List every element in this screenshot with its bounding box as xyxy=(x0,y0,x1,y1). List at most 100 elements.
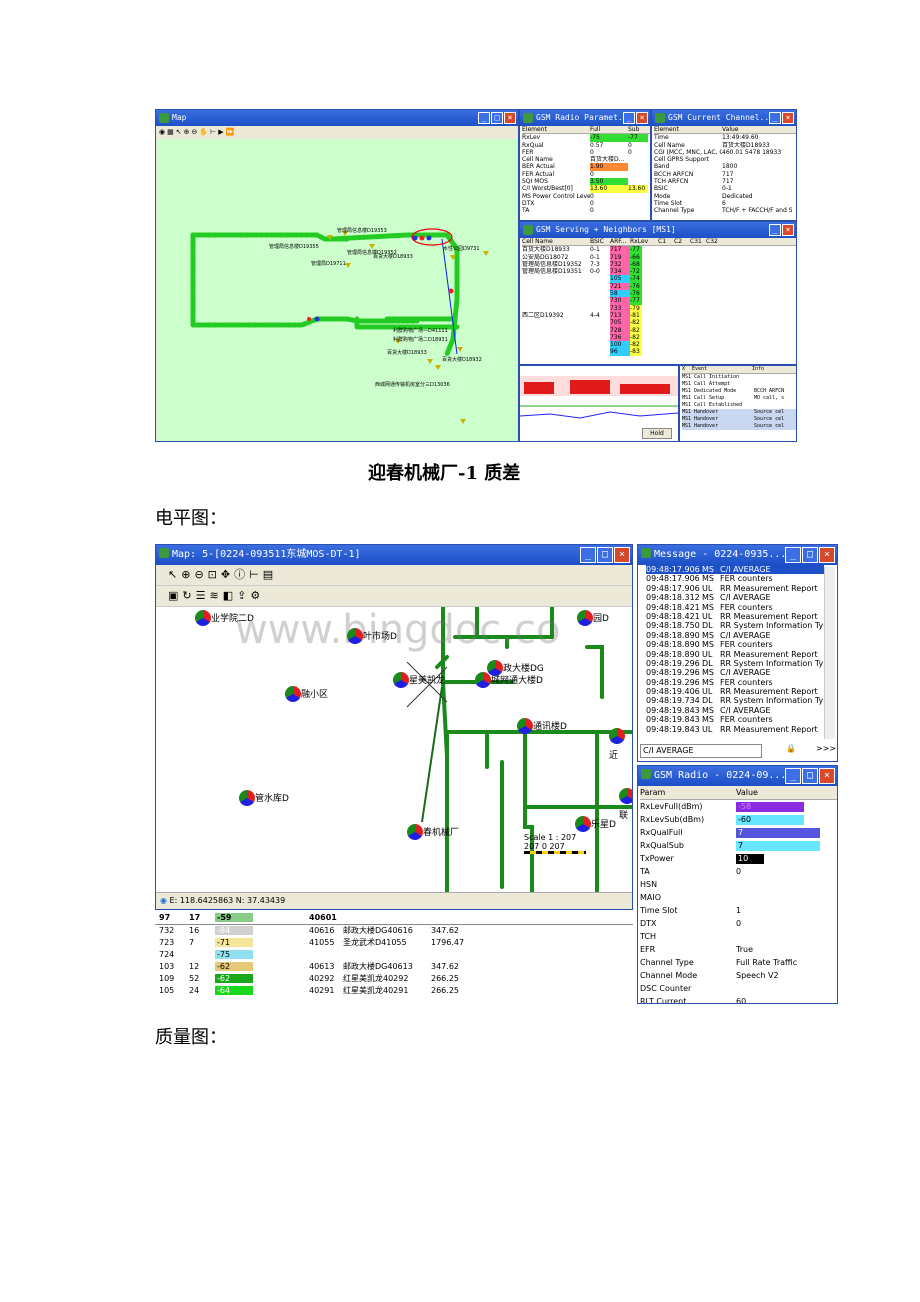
color-icon[interactable]: ◧ xyxy=(223,589,237,602)
neighbor-row[interactable]: 58 -76 xyxy=(522,290,796,298)
neighbor-row[interactable]: 728 -82 xyxy=(522,326,796,334)
event-row[interactable]: MS1 Call Setup MO call, s xyxy=(682,395,796,402)
layer-icon[interactable]: ▤ xyxy=(263,568,277,581)
minimize-icon[interactable]: _ xyxy=(769,112,781,124)
message-list[interactable]: 09:48:17.906 MS C/I AVERAGE 09:48:17.906 MS F… xyxy=(638,565,824,737)
table-row[interactable]: 732 16 -84 40616 邮政大楼DG40616 347.62 xyxy=(155,925,633,937)
cell-site[interactable]: 通讯楼D xyxy=(517,715,567,734)
zoom-out-icon[interactable]: ⊖ xyxy=(194,568,207,581)
message-row[interactable]: 09:48:19.296 MS C/I AVERAGE xyxy=(646,668,824,677)
neighbor-row[interactable]: 705 -82 xyxy=(522,319,796,327)
message-row[interactable]: 09:48:18.312 MS C/I AVERAGE xyxy=(646,593,824,602)
event-row[interactable]: MS1 Handover Source cel xyxy=(682,409,796,416)
neighbor-row[interactable]: 百货大楼D18933 0-1 717 -77 xyxy=(522,246,796,254)
export-icon[interactable]: ⇪ xyxy=(237,589,250,602)
table-row[interactable]: 105 24 -64 40291 红星美凯龙40291 266.25 xyxy=(155,985,633,997)
event-row[interactable]: MS1 Call Established xyxy=(682,402,796,409)
play-icon[interactable]: ▶ xyxy=(218,128,225,136)
minimize-icon[interactable]: _ xyxy=(785,547,801,563)
message-row[interactable]: 09:48:19.843 MS FER counters xyxy=(646,715,824,724)
map-canvas[interactable]: 管理局信息楼D19353 管理局信息楼D19355 管理局信息楼D19352 管… xyxy=(157,139,517,441)
minimize-icon[interactable]: _ xyxy=(623,112,635,124)
close-icon[interactable]: × xyxy=(782,224,794,236)
info-icon[interactable]: ⓘ xyxy=(234,568,249,581)
globe-icon[interactable]: ◉ xyxy=(159,128,167,136)
pointer-icon[interactable]: ↖ xyxy=(168,568,181,581)
cell-site[interactable]: 叶市场D xyxy=(347,625,397,644)
legend-icon[interactable]: ☰ xyxy=(196,589,210,602)
close-icon[interactable]: × xyxy=(614,547,630,563)
message-filter-input[interactable]: C/I AVERAGE xyxy=(640,744,762,758)
lock-icon[interactable]: 🔒 xyxy=(786,744,796,753)
cell-site[interactable]: 春机械厂 xyxy=(407,821,459,840)
neighbor-row[interactable]: 736 -82 xyxy=(522,333,796,342)
hold-button[interactable]: Hold xyxy=(642,428,672,439)
event-row[interactable]: MS1 Call Attempt xyxy=(682,381,796,388)
settings-icon[interactable]: ⚙ xyxy=(250,589,264,602)
minimize-icon[interactable]: _ xyxy=(769,224,781,236)
message-row[interactable]: 09:48:17.906 MS FER counters xyxy=(646,574,824,583)
minimize-icon[interactable]: _ xyxy=(580,547,596,563)
message-row[interactable]: 09:48:19.296 MS FER counters xyxy=(646,678,824,687)
ruler-icon[interactable]: ⊢ xyxy=(249,568,263,581)
message-row[interactable]: 09:48:18.890 MS C/I AVERAGE xyxy=(646,631,824,640)
table-row[interactable]: 109 52 -62 40292 红星美凯龙40292 266.25 xyxy=(155,973,633,985)
message-row[interactable]: 09:48:19.296DL RR System Information Type… xyxy=(646,659,824,668)
zoom-in-icon[interactable]: ⊕ xyxy=(181,568,194,581)
event-row[interactable]: MS1 Handover Source cel xyxy=(682,416,796,423)
event-row[interactable]: MS1 Handover Source cel xyxy=(682,423,796,430)
neighbor-row[interactable]: 730 -77 xyxy=(522,297,796,305)
message-row[interactable]: 09:48:18.421 UL RR Measurement Report xyxy=(646,612,824,621)
pan-icon[interactable]: ✥ xyxy=(221,568,234,581)
cell-site[interactable]: 业学院二D xyxy=(195,607,254,626)
maximize-icon[interactable]: □ xyxy=(802,768,818,784)
neighbor-row[interactable]: 公安局DG18072 0-1 719 -66 xyxy=(522,253,796,261)
pan-icon[interactable]: ✋ xyxy=(199,128,210,136)
minimize-icon[interactable]: _ xyxy=(478,112,490,124)
event-row[interactable]: MS1 Dedicated Mode BCCH ARFCN xyxy=(682,388,796,395)
message-row[interactable]: 09:48:17.906 UL RR Measurement Report xyxy=(646,584,824,593)
message-row[interactable]: 09:48:18.890 MS FER counters xyxy=(646,640,824,649)
layers-icon[interactable]: ▦ xyxy=(167,128,176,136)
cell-site[interactable]: 融小区 xyxy=(285,683,328,702)
message-row[interactable]: 09:48:19.406 UL RR Measurement Report xyxy=(646,687,824,696)
maximize-icon[interactable]: □ xyxy=(491,112,503,124)
cell-site[interactable]: 星美凯龙 xyxy=(393,669,445,688)
zoom-box-icon[interactable]: ⊡ xyxy=(208,568,221,581)
close-icon[interactable]: × xyxy=(636,112,648,124)
neighbor-row[interactable]: 西二区D19392 4-4 713 -81 xyxy=(522,311,796,320)
maximize-icon[interactable]: □ xyxy=(597,547,613,563)
neighbor-row[interactable]: 721 -76 xyxy=(522,282,796,291)
select-icon[interactable]: ▣ xyxy=(168,589,182,602)
maximize-icon[interactable]: □ xyxy=(802,547,818,563)
neighbor-row[interactable]: 105 -74 xyxy=(522,275,796,283)
neighbor-row[interactable]: 管理局信息楼D19352 7-3 732 -68 xyxy=(522,260,796,269)
close-icon[interactable]: × xyxy=(819,547,835,563)
event-row[interactable]: MS1 Call Initiation xyxy=(682,374,796,381)
neighbor-row[interactable]: 733 -79 xyxy=(522,304,796,312)
table-row[interactable]: 723 7 -71 41055 圣龙武术D41055 1796.47 xyxy=(155,937,633,949)
map2-canvas[interactable]: www.bingdoc.co 业学院二D 叶市场D 政大楼DG 城网通大楼D 星美凯龙融… xyxy=(157,605,632,896)
table-row[interactable]: 103 12 -62 40613 邮政大楼DG40613 347.62 xyxy=(155,961,633,973)
message-row[interactable]: 09:48:19.734DL RR System Information Type… xyxy=(646,696,824,705)
cell-site[interactable]: 近 xyxy=(609,725,632,763)
message-scrollbar[interactable] xyxy=(824,567,835,739)
table-row[interactable]: 97 17 -59 40601 xyxy=(155,912,633,925)
neighbor-row[interactable]: 100 -82 xyxy=(522,341,796,349)
cell-site[interactable]: 管水库D xyxy=(239,787,289,806)
more-icon[interactable]: >>> xyxy=(816,744,836,753)
message-row[interactable]: 09:48:19.843 MS C/I AVERAGE xyxy=(646,706,824,715)
pointer-icon[interactable]: ↖ xyxy=(176,128,184,136)
message-row[interactable]: 09:48:17.906 MS C/I AVERAGE xyxy=(646,565,824,575)
close-icon[interactable]: × xyxy=(504,112,516,124)
message-row[interactable]: 09:48:18.421 MS FER counters xyxy=(646,603,824,612)
close-icon[interactable]: × xyxy=(782,112,794,124)
cell-site[interactable]: 乐星D xyxy=(575,813,616,832)
table-row[interactable]: 724 -75 xyxy=(155,949,633,961)
minimize-icon[interactable]: _ xyxy=(785,768,801,784)
layers-icon[interactable]: ≋ xyxy=(210,589,223,602)
cell-site[interactable]: 联 xyxy=(619,785,632,823)
ruler-icon[interactable]: ⊢ xyxy=(210,128,218,136)
message-row[interactable]: 09:48:19.843 UL RR Measurement Report xyxy=(646,725,824,734)
neighbor-row[interactable]: 管理局信息楼D19351 0-0 734 -72 xyxy=(522,268,796,276)
